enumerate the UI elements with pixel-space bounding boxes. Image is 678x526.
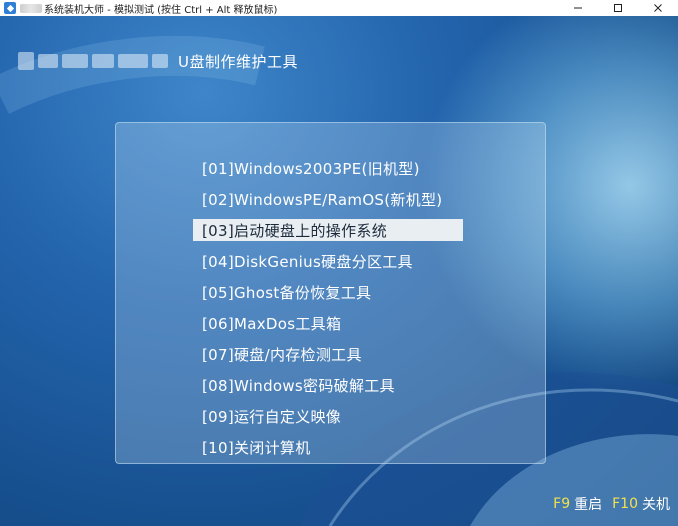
redacted-logo: [18, 52, 168, 70]
window-controls: [558, 0, 678, 16]
title-bar: 系统装机大师 - 模拟测试 (按住 Ctrl + Alt 释放鼠标): [0, 0, 678, 16]
redacted-text: [20, 3, 42, 13]
menu-item-03-selected[interactable]: [03]启动硬盘上的操作系统: [193, 219, 463, 241]
minimize-button[interactable]: [558, 0, 598, 16]
maximize-button[interactable]: [598, 0, 638, 16]
app-icon: [4, 2, 16, 14]
menu-item-01[interactable]: [01]Windows2003PE(旧机型): [193, 153, 463, 184]
menu-item-05[interactable]: [05]Ghost备份恢复工具: [193, 277, 463, 308]
header: U盘制作维护工具: [18, 46, 298, 76]
emulator-window: 系统装机大师 - 模拟测试 (按住 Ctrl + Alt 释放鼠标) U盘制作维…: [0, 0, 678, 526]
f9-key[interactable]: F9: [553, 496, 570, 512]
menu-item-08[interactable]: [08]Windows密码破解工具: [193, 370, 463, 401]
f9-label: 重启: [574, 497, 603, 513]
header-title: U盘制作维护工具: [178, 52, 298, 71]
minimize-icon: [574, 7, 582, 9]
close-button[interactable]: [638, 0, 678, 16]
boot-menu-panel: [01]Windows2003PE(旧机型) [02]WindowsPE/Ram…: [115, 122, 546, 464]
menu-item-07[interactable]: [07]硬盘/内存检测工具: [193, 339, 463, 370]
menu-item-09[interactable]: [09]运行自定义映像: [193, 401, 463, 432]
window-title: 系统装机大师 - 模拟测试 (按住 Ctrl + Alt 释放鼠标): [44, 4, 278, 16]
key-hints: F9 重启 F10 关机: [553, 494, 670, 514]
f10-key[interactable]: F10: [612, 496, 638, 512]
boot-menu-screen[interactable]: U盘制作维护工具 [01]Windows2003PE(旧机型) [02]Wind…: [0, 16, 678, 526]
menu-item-10[interactable]: [10]关闭计算机: [193, 432, 463, 463]
boot-menu-list: [01]Windows2003PE(旧机型) [02]WindowsPE/Ram…: [193, 153, 463, 463]
maximize-icon: [614, 4, 622, 12]
close-icon: [654, 4, 662, 12]
menu-item-06[interactable]: [06]MaxDos工具箱: [193, 308, 463, 339]
f10-label: 关机: [642, 497, 670, 513]
menu-item-02[interactable]: [02]WindowsPE/RamOS(新机型): [193, 184, 463, 215]
menu-item-04[interactable]: [04]DiskGenius硬盘分区工具: [193, 246, 463, 277]
